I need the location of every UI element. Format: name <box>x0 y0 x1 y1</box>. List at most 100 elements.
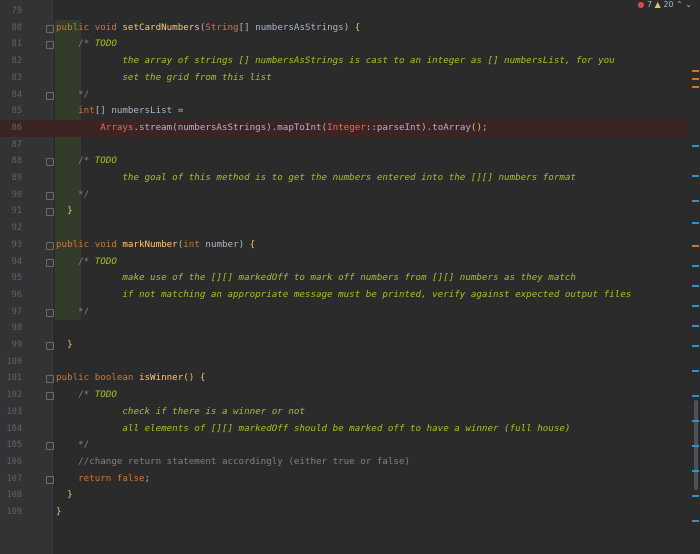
fold-toggle-icon[interactable] <box>46 392 54 401</box>
code-line[interactable]: 95 make use of the [][] markedOff to mar… <box>0 270 690 287</box>
fold-toggle-icon[interactable] <box>46 208 54 217</box>
fold-toggle-icon[interactable] <box>46 342 54 350</box>
code-line[interactable]: 106 //change return statement accordingl… <box>0 454 690 471</box>
code-token: if not matching an appropriate message m… <box>56 288 632 300</box>
stripe-marker[interactable] <box>692 175 699 177</box>
code-editor[interactable]: 79 80 public void setCardNumbers(String[] … <box>0 0 700 554</box>
code-line[interactable]: 107 return false; <box>0 471 690 488</box>
error-stripe[interactable] <box>690 0 700 554</box>
code-line[interactable]: 101 public boolean isWinner() { <box>0 370 690 387</box>
line-number: 106 <box>6 456 22 467</box>
stripe-marker[interactable] <box>692 86 699 88</box>
code-text: } <box>56 487 73 504</box>
code-line[interactable]: 89 the goal of this method is to get the… <box>0 170 690 187</box>
code-line[interactable]: 86 Arrays.stream(numbersAsStrings).mapTo… <box>0 119 690 137</box>
fold-toggle-icon[interactable] <box>46 442 54 451</box>
code-token: make use of the [][] markedOff to mark o… <box>56 272 576 284</box>
code-token: { <box>354 21 361 33</box>
code-token: */ <box>56 188 90 200</box>
fold-toggle-icon[interactable] <box>46 375 54 384</box>
line-number: 94 <box>11 256 22 267</box>
chevron-up-icon[interactable]: ⌃ <box>676 0 683 9</box>
code-text: public void markNumber(int number) { <box>56 237 255 254</box>
code-text: } <box>56 337 73 354</box>
fold-toggle-icon[interactable] <box>46 91 54 100</box>
code-token: { <box>199 372 206 384</box>
stripe-marker[interactable] <box>692 285 699 287</box>
code-token: { <box>249 238 256 250</box>
fold-toggle-icon[interactable] <box>46 24 54 33</box>
line-number: 88 <box>11 156 22 167</box>
fold-toggle-icon[interactable] <box>46 258 54 267</box>
stripe-marker[interactable] <box>692 520 699 522</box>
code-text: set the grid from this list <box>56 70 271 87</box>
stripe-marker[interactable] <box>692 200 699 202</box>
stripe-marker[interactable] <box>692 222 699 224</box>
code-line[interactable]: 88 /* TODO <box>0 153 690 170</box>
fold-toggle-icon[interactable] <box>46 241 54 250</box>
code-line[interactable]: 93 public void markNumber(int number) { <box>0 237 690 254</box>
stripe-marker[interactable] <box>692 265 699 267</box>
stripe-marker[interactable] <box>692 325 699 327</box>
code-line[interactable]: 97 */ <box>0 304 690 321</box>
line-number: 91 <box>11 206 22 217</box>
line-number: 81 <box>11 39 22 50</box>
code-line[interactable]: 90 */ <box>0 187 690 204</box>
inspection-status[interactable]: ● 7 ▲ 20 ⌃ ⌄ <box>637 0 692 12</box>
code-line[interactable]: 92 <box>0 220 690 237</box>
line-number: 80 <box>11 22 22 33</box>
fold-toggle-icon[interactable] <box>46 158 54 167</box>
fold-toggle-icon[interactable] <box>46 41 54 50</box>
stripe-marker[interactable] <box>692 305 699 307</box>
code-line[interactable]: 96 if not matching an appropriate messag… <box>0 287 690 304</box>
code-line[interactable]: 99 } <box>0 337 690 354</box>
line-number: 84 <box>11 89 22 100</box>
fold-toggle-icon[interactable] <box>46 475 54 484</box>
code-text: */ <box>56 304 89 321</box>
stripe-marker[interactable] <box>692 445 699 447</box>
stripe-marker[interactable] <box>692 470 699 472</box>
code-token: TODO <box>94 38 117 50</box>
code-line[interactable]: 102 /* TODO <box>0 387 690 404</box>
code-token: () <box>183 372 195 384</box>
line-number: 101 <box>6 373 22 384</box>
code-text: check if there is a winner or not <box>56 404 305 421</box>
code-line[interactable]: 108 } <box>0 487 690 504</box>
fold-toggle-icon[interactable] <box>46 308 54 317</box>
warning-count: 20 <box>663 0 674 9</box>
code-line[interactable]: 98 <box>0 320 690 337</box>
code-token: isWinner <box>138 372 184 384</box>
code-line[interactable]: 84 */ <box>0 87 690 104</box>
stripe-marker[interactable] <box>692 345 699 347</box>
code-line[interactable]: 109} <box>0 504 690 521</box>
code-line[interactable]: 100 <box>0 354 690 371</box>
code-line[interactable]: 83 set the grid from this list <box>0 70 690 87</box>
line-number: 90 <box>11 189 22 200</box>
code-line[interactable]: 104 all elements of [][] markedOff shoul… <box>0 421 690 438</box>
stripe-marker[interactable] <box>692 70 699 72</box>
stripe-marker[interactable] <box>692 420 699 422</box>
code-line[interactable]: 103 check if there is a winner or not <box>0 404 690 421</box>
stripe-marker[interactable] <box>692 145 699 147</box>
code-line[interactable]: 105 */ <box>0 437 690 454</box>
error-icon: ● <box>637 0 645 9</box>
code-line[interactable]: 81 /* TODO <box>0 36 690 53</box>
code-line[interactable]: 82 the array of strings [] numbersAsStri… <box>0 53 690 70</box>
code-line[interactable]: 85 int[] numbersList = <box>0 103 690 120</box>
code-line[interactable]: 79 <box>0 3 690 20</box>
code-token: */ <box>56 439 90 451</box>
stripe-marker[interactable] <box>692 245 699 247</box>
stripe-marker[interactable] <box>692 370 699 372</box>
code-text: if not matching an appropriate message m… <box>56 287 631 304</box>
code-token: String <box>205 21 239 33</box>
code-line[interactable]: 80 public void setCardNumbers(String[] nu… <box>0 20 690 37</box>
code-line[interactable]: 94 /* TODO <box>0 254 690 271</box>
stripe-marker[interactable] <box>692 395 699 397</box>
code-line[interactable]: 87 <box>0 137 690 154</box>
code-token: the array of strings [] numbersAsStrings… <box>56 55 615 67</box>
code-token: Arrays <box>56 121 134 133</box>
fold-toggle-icon[interactable] <box>46 191 54 200</box>
code-line[interactable]: 91 } <box>0 203 690 220</box>
stripe-marker[interactable] <box>692 495 699 497</box>
stripe-marker[interactable] <box>692 78 699 80</box>
